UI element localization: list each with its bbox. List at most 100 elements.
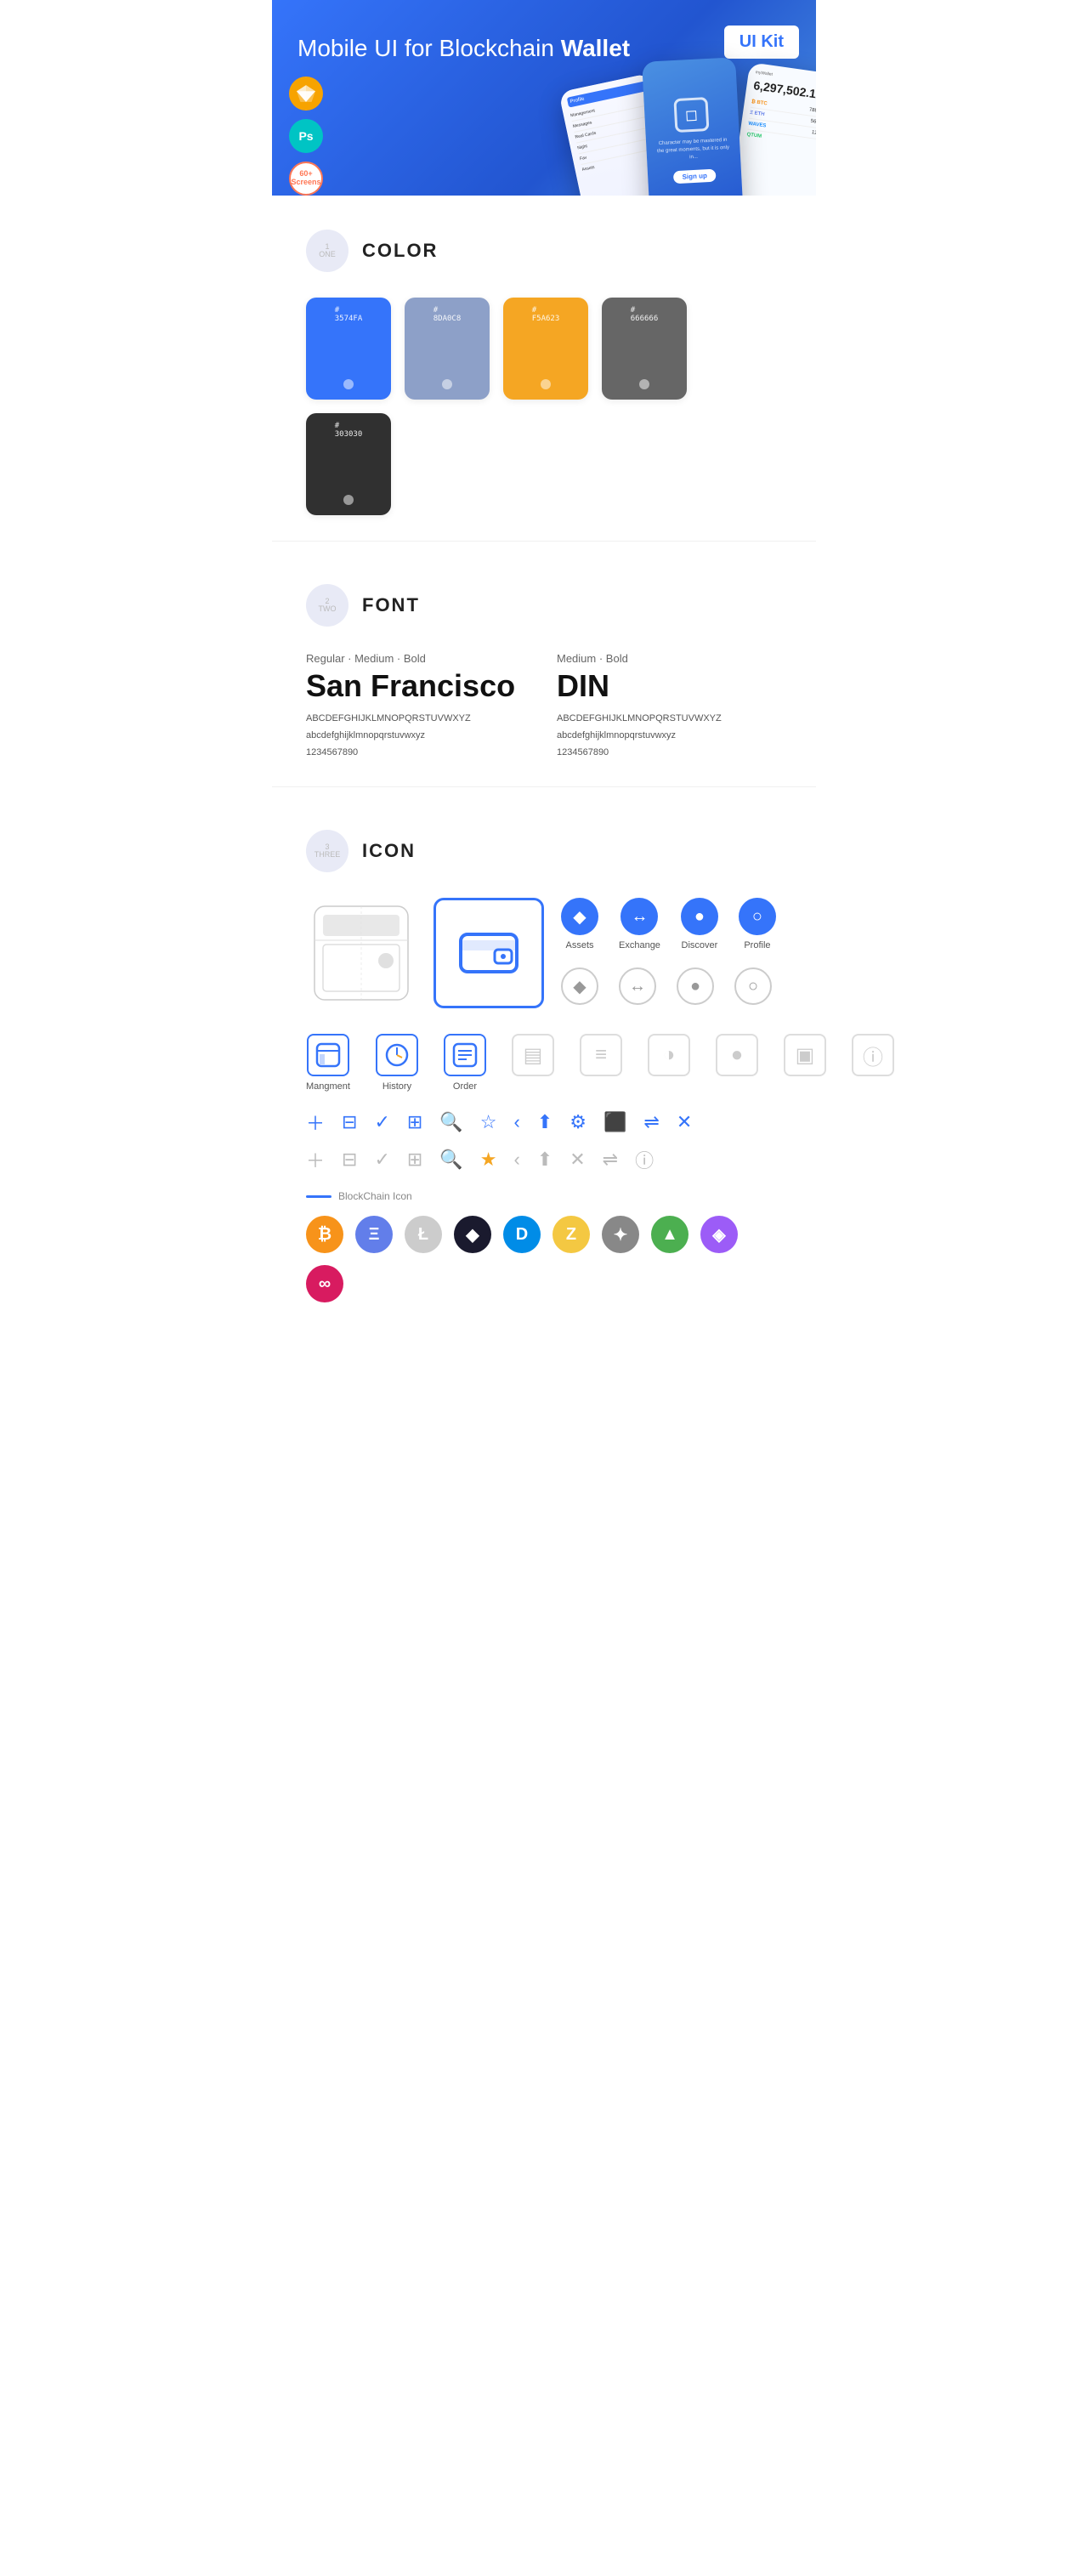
swatch-dot <box>343 495 354 505</box>
misc-icon-gray: ▣ <box>784 1034 826 1076</box>
misc-icon-gray: ◑ <box>648 1034 690 1076</box>
nav-icon-label: Profile <box>744 940 770 950</box>
font-item-1: Medium · Bold DIN ABCDEFGHIJKLMNOPQRSTUV… <box>557 652 782 761</box>
share-icon: ⬆ <box>537 1111 552 1133</box>
font-section-header: 2 TWO FONT <box>306 584 782 627</box>
font-lowercase: abcdefghijklmnopqrstuvwxyz <box>306 728 531 745</box>
app-icon-box <box>376 1034 418 1076</box>
utility-icons-row2: ＋ ⊟ ✓ ⊞ 🔍 ★ ‹ ⬆ ✕ ⇌ ⓘ <box>306 1146 782 1173</box>
color-section-header: 1 ONE COLOR <box>306 230 782 272</box>
back-icon-gray: ‹ <box>513 1149 519 1171</box>
color-swatch: #303030 <box>306 413 391 515</box>
misc-icon-gray: ≡ <box>580 1034 622 1076</box>
ui-kit-badge: UI Kit <box>724 26 799 59</box>
search-icon: 🔍 <box>439 1111 462 1133</box>
nav-icon-outline-exchange: ↔ <box>619 967 656 1005</box>
font-section: 2 TWO FONT Regular · Medium · Bold San F… <box>272 550 816 778</box>
check-icon-gray: ✓ <box>374 1149 389 1171</box>
plus-icon-gray: ＋ <box>306 1146 325 1173</box>
nav-icon-circle-filled: ● <box>681 898 718 935</box>
color-swatch: #666666 <box>602 298 687 400</box>
icon-wireframe-container <box>306 898 416 1008</box>
close-icon-gray: ✕ <box>570 1149 585 1171</box>
font-numbers: 1234567890 <box>557 745 782 762</box>
nav-icons-row-filled: ◆ Assets ↔ Exchange ● Discover ○ Profile <box>561 898 776 950</box>
qr-icon: ⊞ <box>407 1111 422 1133</box>
swatch-hex-label: #303030 <box>335 422 363 439</box>
crypto-icon-dash: D <box>503 1216 541 1253</box>
nav-icon-label: Discover <box>682 940 718 950</box>
nav-icon-profile: ○ Profile <box>739 898 776 950</box>
app-icon-history: History <box>376 1034 418 1092</box>
blockchain-label: BlockChain Icon <box>306 1190 782 1202</box>
nav-icon-circle-filled: ○ <box>739 898 776 935</box>
crypto-icon-matic: ∞ <box>306 1265 343 1302</box>
colored-wallet-icon <box>434 898 544 1008</box>
swatch-dot <box>639 379 649 389</box>
crypto-icon-litecoin: Ł <box>405 1216 442 1253</box>
crypto-icon-kyber: ◈ <box>700 1216 738 1253</box>
icon-title: ICON <box>362 840 416 862</box>
icon-section: 3 THREE ICON <box>272 796 816 1319</box>
crypto-icon-hashgraph: ✦ <box>602 1216 639 1253</box>
swatch-hex-label: #F5A623 <box>532 306 560 323</box>
swatch-dot <box>442 379 452 389</box>
blockchain-line <box>306 1195 332 1198</box>
search-icon-gray: 🔍 <box>439 1149 462 1171</box>
star-icon-gold: ★ <box>480 1149 497 1171</box>
hero-section: Mobile UI for Blockchain Wallet UI Kit P… <box>272 0 816 196</box>
back-icon: ‹ <box>513 1111 519 1133</box>
plus-icon: ＋ <box>306 1109 325 1136</box>
misc-icon-gray: ⓘ <box>852 1034 894 1076</box>
section-number-1: 1 ONE <box>306 230 348 272</box>
hero-title-bold: Wallet <box>561 35 630 61</box>
font-name: DIN <box>557 668 782 704</box>
screens-badge: 60+ Screens <box>289 162 323 196</box>
crypto-icon-augur: ▲ <box>651 1216 688 1253</box>
color-title: COLOR <box>362 240 438 262</box>
info-icon-gray: ⓘ <box>635 1146 654 1173</box>
nav-icon-circle-outline: ○ <box>734 967 772 1005</box>
swap-icon-gray: ⇌ <box>603 1149 618 1171</box>
check-icon: ✓ <box>374 1111 389 1133</box>
close-icon: ✕ <box>677 1111 692 1133</box>
wireframe-icon <box>306 898 416 1008</box>
ps-icon: Ps <box>289 119 323 153</box>
crypto-icon-zcash: Z <box>552 1216 590 1253</box>
star-icon: ☆ <box>480 1111 497 1133</box>
section3-sub-text: THREE <box>314 851 341 859</box>
swatch-hex-label: #3574FA <box>335 306 363 323</box>
app-icon-label: Order <box>453 1081 477 1092</box>
color-swatch: #3574FA <box>306 298 391 400</box>
font-uppercase: ABCDEFGHIJKLMNOPQRSTUVWXYZ <box>306 711 531 728</box>
color-swatches: #3574FA #8DA0C8 #F5A623 #666666 #303030 <box>306 298 782 515</box>
font-numbers: 1234567890 <box>306 745 531 762</box>
phone-mockups: Profile Management Messages Real Cards N… <box>552 60 816 196</box>
utility-icons-section: ＋ ⊟ ✓ ⊞ 🔍 ☆ ‹ ⬆ ⚙ ⬛ ⇌ ✕ ＋ ⊟ ✓ ⊞ 🔍 ★ ‹ ⬆ … <box>306 1109 782 1173</box>
font-title: FONT <box>362 594 420 616</box>
nav-icon-outline-assets: ◆ <box>561 967 598 1005</box>
app-icon-label: Mangment <box>306 1081 350 1092</box>
swap-icon: ⇌ <box>643 1111 659 1133</box>
app-icon-box <box>444 1034 486 1076</box>
section-number-3: 3 THREE <box>306 830 348 872</box>
nav-icon-label: Assets <box>565 940 593 950</box>
section-sub-text: ONE <box>319 251 336 258</box>
swatch-hex-label: #8DA0C8 <box>434 306 462 323</box>
color-section: 1 ONE COLOR #3574FA #8DA0C8 #F5A623 #666… <box>272 196 816 532</box>
wallet-icon-grid: ◆ Assets ↔ Exchange ● Discover ○ Profile… <box>306 898 782 1008</box>
hero-title-text: Mobile UI for Blockchain <box>298 35 561 61</box>
nav-icon-circle-outline: ◆ <box>561 967 598 1005</box>
swatch-hex-label: #666666 <box>631 306 659 323</box>
settings-icon: ⚙ <box>570 1111 586 1133</box>
sketch-icon <box>289 77 323 111</box>
doc-icon: ⊟ <box>342 1111 357 1133</box>
hero-tool-icons: Ps 60+ Screens <box>289 77 323 196</box>
app-icon-box <box>307 1034 349 1076</box>
app-icons-row: Mangment History Order ▤≡◑●▣ⓘ <box>306 1034 782 1092</box>
qr-icon-gray: ⊞ <box>407 1149 422 1171</box>
font-uppercase: ABCDEFGHIJKLMNOPQRSTUVWXYZ <box>557 711 782 728</box>
color-swatch: #8DA0C8 <box>405 298 490 400</box>
nav-icons-group: ◆ Assets ↔ Exchange ● Discover ○ Profile… <box>561 898 776 1005</box>
app-icon-mangment: Mangment <box>306 1034 350 1092</box>
